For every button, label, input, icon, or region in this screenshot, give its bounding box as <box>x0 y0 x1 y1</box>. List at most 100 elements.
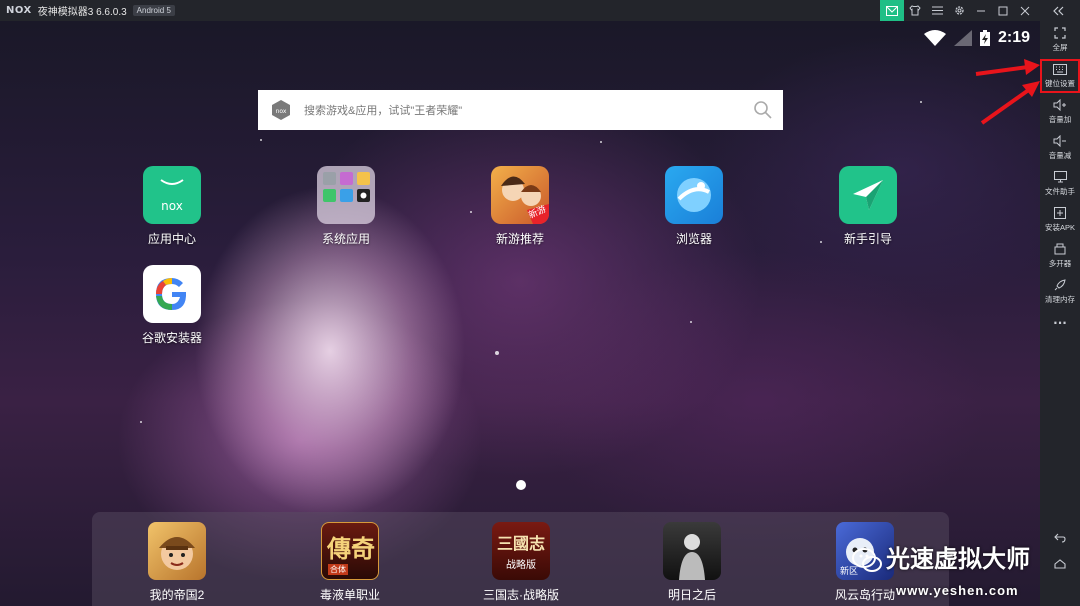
close-icon[interactable] <box>1014 0 1036 21</box>
more-icon: ··· <box>1053 316 1067 330</box>
clock: 2:19 <box>997 29 1030 46</box>
shirt-icon[interactable] <box>904 0 926 21</box>
sidebar-label: 全屏 <box>1052 43 1068 52</box>
volume-down-icon <box>1040 134 1080 151</box>
watermark-title: 光速虚拟大师 <box>886 546 1030 573</box>
star <box>470 211 472 213</box>
wifi-icon <box>923 30 946 46</box>
search-icon[interactable] <box>753 100 773 120</box>
star <box>140 421 142 423</box>
sidebar-install-apk[interactable]: 安装APK <box>1040 207 1080 233</box>
keyboard-icon <box>1042 63 1078 79</box>
status-bar: 2:19 <box>923 27 1030 49</box>
rocket-icon <box>1040 279 1080 295</box>
my-empire-icon <box>148 522 206 580</box>
window-title: 夜神模拟器3 6.6.0.3 <box>37 7 127 18</box>
three-kingdoms-icon-subtext: 战略版 <box>506 560 536 571</box>
sidebar-label: 文件助手 <box>1045 187 1075 196</box>
three-kingdoms-icon-text: 三國志 <box>496 534 545 553</box>
settings-icon[interactable] <box>948 0 970 21</box>
volume-up-icon <box>1040 98 1080 115</box>
home-icon <box>1040 557 1080 573</box>
sidebar-more[interactable]: ··· <box>1040 315 1080 331</box>
sidebar-volume-down[interactable]: 音量减 <box>1040 134 1080 161</box>
sidebar-keymap-settings[interactable]: 键位设置 <box>1040 59 1080 93</box>
watermark: 光速虚拟大师 www.yeshen.com <box>852 539 1040 603</box>
search-bar[interactable]: nox 搜索游戏&应用，试试"王者荣耀" <box>258 90 783 130</box>
google-installer[interactable]: 谷歌安装器 <box>127 265 217 346</box>
home-button[interactable] <box>1040 557 1080 573</box>
sidebar-label: 音量减 <box>1048 151 1072 160</box>
monitor-icon <box>1040 171 1080 187</box>
venom-icon: 傳奇 合体 <box>321 522 379 580</box>
watermark-url: www.yeshen.com <box>896 583 1019 598</box>
menu-icon[interactable] <box>926 0 948 21</box>
app-label: 浏览器 <box>675 232 712 246</box>
mail-icon[interactable] <box>880 0 904 21</box>
sidebar-volume-up[interactable]: 音量加 <box>1040 98 1080 125</box>
star <box>920 101 922 103</box>
new-games[interactable]: 新游 新游推荐 <box>475 166 565 247</box>
sidebar-multi-instance[interactable]: 多开器 <box>1040 243 1080 269</box>
sidebar-clean-memory[interactable]: 清理内存 <box>1040 279 1080 305</box>
dock-app-three-kingdoms[interactable]: 三國志 战略版 三国志·战略版 <box>466 522 576 603</box>
nox-logo-icon: nox <box>272 100 290 120</box>
dock-app-label: 毒液单职业 <box>319 588 380 602</box>
svg-text:nox: nox <box>161 199 183 213</box>
page-indicator-dot <box>516 480 526 490</box>
star <box>690 321 692 323</box>
svg-text:nox: nox <box>276 108 287 115</box>
folder-icon <box>317 166 375 224</box>
after-tomorrow-icon <box>663 522 721 580</box>
star <box>820 241 822 243</box>
dock-app-label: 明日之后 <box>667 588 716 602</box>
browser-icon <box>665 166 723 224</box>
beginner-guide-icon <box>839 166 897 224</box>
dock-app-after-tomorrow[interactable]: 明日之后 <box>637 522 747 603</box>
window-controls <box>880 0 1080 21</box>
venom-icon-text: 傳奇 <box>327 534 375 563</box>
new-games-icon: 新游 <box>491 166 549 224</box>
install-apk-icon <box>1040 207 1080 223</box>
android-version-badge: Android 5 <box>132 5 175 16</box>
dock-app-venom[interactable]: 傳奇 合体 毒液单职业 <box>295 522 405 603</box>
sidebar-fullscreen[interactable]: 全屏 <box>1040 27 1080 53</box>
system-apps-folder[interactable]: 系统应用 <box>301 166 391 247</box>
sidebar-label: 音量加 <box>1048 115 1072 124</box>
dock-app-my-empire[interactable]: 我的帝国2 <box>122 522 232 603</box>
multi-instance-icon <box>1040 243 1080 259</box>
sidebar-label: 键位设置 <box>1045 79 1075 88</box>
nox-logo: NOX <box>6 5 32 16</box>
maximize-icon[interactable] <box>992 0 1014 21</box>
cellular-signal-icon <box>953 30 972 46</box>
app-label: 新游推荐 <box>495 232 544 246</box>
google-icon <box>143 265 201 323</box>
back-button[interactable] <box>1040 531 1080 547</box>
wechat-logo-icon <box>852 548 882 572</box>
beginner-guide[interactable]: 新手引导 <box>823 166 913 247</box>
collapse-icon[interactable] <box>1036 0 1080 21</box>
dock-app-label: 我的帝国2 <box>149 588 205 602</box>
title-bar: NOX 夜神模拟器3 6.6.0.3 Android 5 <box>0 0 1080 21</box>
side-toolbar: 全屏 键位设置 音量加 音量减 文件助手 安装APK 多开器 清理内存 ··· <box>1040 21 1080 606</box>
star <box>260 139 262 141</box>
fullscreen-icon <box>1040 27 1080 43</box>
search-placeholder: 搜索游戏&应用，试试"王者荣耀" <box>304 105 463 117</box>
sidebar-label: 安装APK <box>1044 223 1075 232</box>
app-center-icon: nox <box>143 166 201 224</box>
browser[interactable]: 浏览器 <box>649 166 739 247</box>
red-arrow-annotation <box>975 59 1040 125</box>
app-label: 新手引导 <box>843 232 892 246</box>
sidebar-file-assistant[interactable]: 文件助手 <box>1040 171 1080 197</box>
minimize-icon[interactable] <box>970 0 992 21</box>
battery-charging-icon <box>979 30 990 46</box>
sidebar-label: 清理内存 <box>1045 295 1075 304</box>
app-label: 应用中心 <box>147 232 196 246</box>
android-screen[interactable]: 2:19 nox 搜索游戏&应用，试试"王者荣耀" nox 应用中心 系统应用 <box>0 21 1040 606</box>
dock: 我的帝国2 傳奇 合体 毒液单职业 三國志 战略版 三国志·战略版 明日之后 新… <box>92 512 949 606</box>
dock-app-label: 三国志·战略版 <box>483 588 559 602</box>
app-center[interactable]: nox 应用中心 <box>127 166 217 247</box>
back-icon <box>1040 531 1080 547</box>
app-label: 系统应用 <box>321 232 370 246</box>
three-kingdoms-icon: 三國志 战略版 <box>492 522 550 580</box>
